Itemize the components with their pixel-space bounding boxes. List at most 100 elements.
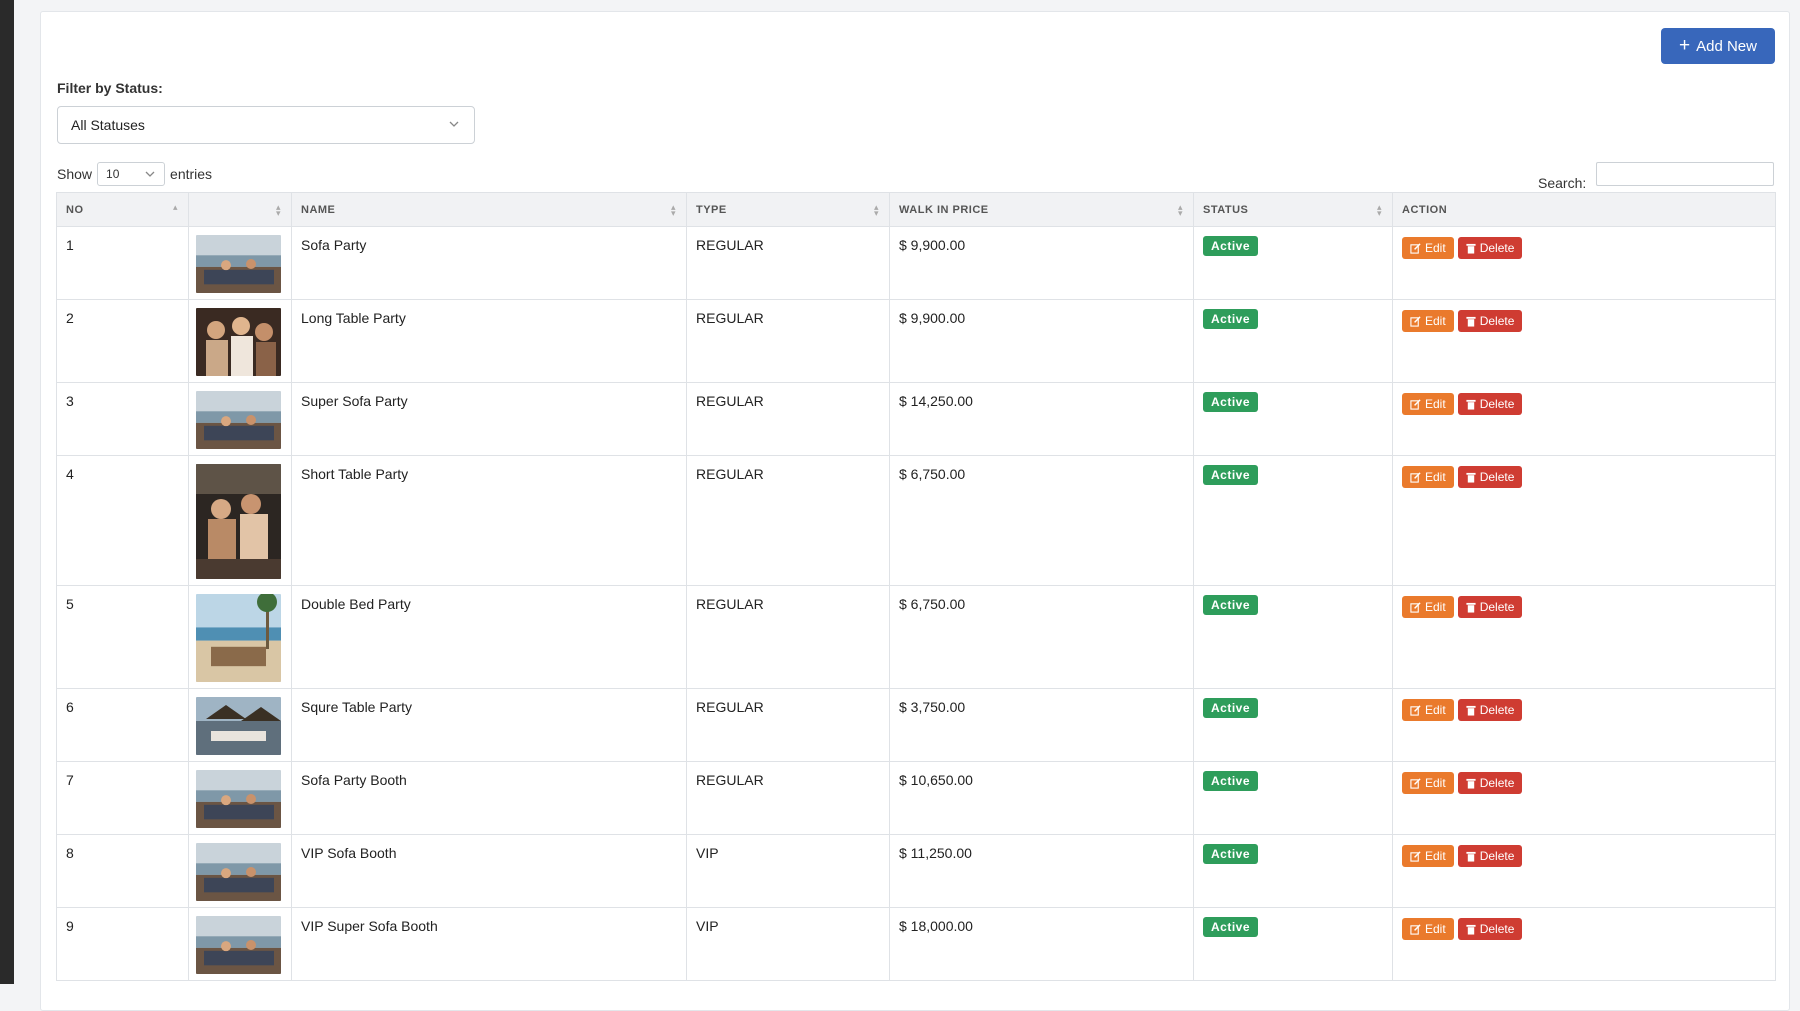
table-row: 2 Long Table Party REGULAR $ 9,900.00 Active… (56, 299, 1776, 383)
package-type: VIP (696, 845, 719, 861)
trash-icon (1466, 851, 1476, 862)
package-name: Sofa Party Booth (301, 772, 407, 788)
row-actions: Edit Delete (1402, 845, 1766, 867)
cell-type: REGULAR (686, 455, 890, 586)
search-input[interactable] (1596, 162, 1774, 186)
edit-button[interactable]: Edit (1402, 237, 1454, 259)
cell-type: VIP (686, 907, 890, 981)
status-badge: Active (1203, 844, 1259, 864)
trash-icon (1466, 778, 1476, 789)
edit-button[interactable]: Edit (1402, 393, 1454, 415)
status-badge: Active (1203, 465, 1259, 485)
col-header-price[interactable]: WALK IN PRICE ▴ ▾ (889, 192, 1194, 227)
cell-price: $ 6,750.00 (889, 455, 1194, 586)
delete-button[interactable]: Delete (1457, 772, 1523, 794)
delete-label: Delete (1479, 849, 1515, 863)
delete-button[interactable]: Delete (1457, 596, 1523, 618)
row-actions: Edit Delete (1402, 310, 1766, 332)
edit-label: Edit (1425, 922, 1446, 936)
edit-button[interactable]: Edit (1402, 918, 1454, 940)
cell-price: $ 3,750.00 (889, 688, 1194, 762)
edit-icon (1410, 242, 1421, 254)
package-name: Sofa Party (301, 237, 367, 253)
col-header-name[interactable]: NAME ▴ ▾ (291, 192, 687, 227)
add-new-button[interactable]: + Add New (1661, 28, 1775, 64)
status-badge: Active (1203, 309, 1259, 329)
status-badge: Active (1203, 771, 1259, 791)
row-number: 5 (66, 596, 74, 612)
cell-status: Active (1193, 834, 1393, 908)
cell-price: $ 11,250.00 (889, 834, 1194, 908)
entries-select[interactable]: 10 (97, 162, 166, 186)
col-header-no[interactable]: NO ▴ (56, 192, 189, 227)
cell-image (188, 761, 292, 835)
delete-button[interactable]: Delete (1457, 918, 1523, 940)
edit-button[interactable]: Edit (1402, 699, 1454, 721)
package-name: Long Table Party (301, 310, 406, 326)
delete-button[interactable]: Delete (1457, 393, 1523, 415)
cell-status: Active (1193, 688, 1393, 762)
cell-action: Edit Delete (1392, 226, 1776, 300)
table-row: 8 VIP Sofa Booth VIP $ 11,250.00 Active Edit D… (56, 834, 1776, 908)
sort-icon: ▴ ▾ (1177, 202, 1183, 218)
package-thumbnail (196, 594, 281, 682)
cell-type: REGULAR (686, 299, 890, 383)
status-badge: Active (1203, 917, 1259, 937)
walk-in-price: $ 18,000.00 (899, 918, 973, 934)
edit-button[interactable]: Edit (1402, 845, 1454, 867)
filter-status-select[interactable]: All Statuses (57, 106, 475, 144)
show-label: Show (57, 166, 93, 182)
col-header-type[interactable]: TYPE ▴ ▾ (686, 192, 890, 227)
cell-status: Active (1193, 299, 1393, 383)
delete-button[interactable]: Delete (1457, 466, 1523, 488)
delete-button[interactable]: Delete (1457, 699, 1523, 721)
walk-in-price: $ 6,750.00 (899, 596, 966, 612)
cell-no: 4 (56, 455, 189, 586)
trash-icon (1466, 472, 1476, 483)
package-type: REGULAR (696, 466, 764, 482)
col-header-status[interactable]: STATUS ▴ ▾ (1193, 192, 1393, 227)
edit-label: Edit (1425, 241, 1446, 255)
trash-icon (1466, 243, 1476, 254)
status-badge: Active (1203, 698, 1259, 718)
cell-price: $ 6,750.00 (889, 585, 1194, 689)
chevron-down-icon (449, 121, 459, 127)
package-type: REGULAR (696, 699, 764, 715)
cell-no: 6 (56, 688, 189, 762)
package-type: REGULAR (696, 393, 764, 409)
chevron-down-icon (145, 171, 155, 177)
cell-no: 7 (56, 761, 189, 835)
delete-button[interactable]: Delete (1457, 310, 1523, 332)
edit-label: Edit (1425, 776, 1446, 790)
edit-label: Edit (1425, 703, 1446, 717)
edit-button[interactable]: Edit (1402, 772, 1454, 794)
delete-label: Delete (1479, 397, 1515, 411)
package-thumbnail (196, 308, 281, 376)
edit-icon (1410, 850, 1421, 862)
edit-label: Edit (1425, 397, 1446, 411)
row-number: 8 (66, 845, 74, 861)
cell-price: $ 14,250.00 (889, 382, 1194, 456)
walk-in-price: $ 9,900.00 (899, 237, 966, 253)
cell-no: 1 (56, 226, 189, 300)
edit-button[interactable]: Edit (1402, 466, 1454, 488)
cell-name: Squre Table Party (291, 688, 687, 762)
row-actions: Edit Delete (1402, 596, 1766, 618)
cell-price: $ 18,000.00 (889, 907, 1194, 981)
delete-label: Delete (1479, 470, 1515, 484)
col-header-image[interactable]: ▴ ▾ (188, 192, 292, 227)
edit-button[interactable]: Edit (1402, 310, 1454, 332)
delete-button[interactable]: Delete (1457, 237, 1523, 259)
cell-price: $ 9,900.00 (889, 226, 1194, 300)
sort-icon: ▴ ▾ (670, 202, 676, 218)
status-badge: Active (1203, 392, 1259, 412)
delete-label: Delete (1479, 776, 1515, 790)
package-name: VIP Sofa Booth (301, 845, 397, 861)
edit-icon (1410, 315, 1421, 327)
delete-label: Delete (1479, 241, 1515, 255)
cell-price: $ 9,900.00 (889, 299, 1194, 383)
edit-button[interactable]: Edit (1402, 596, 1454, 618)
cell-image (188, 382, 292, 456)
search-label: Search: (1538, 175, 1587, 191)
delete-button[interactable]: Delete (1457, 845, 1523, 867)
